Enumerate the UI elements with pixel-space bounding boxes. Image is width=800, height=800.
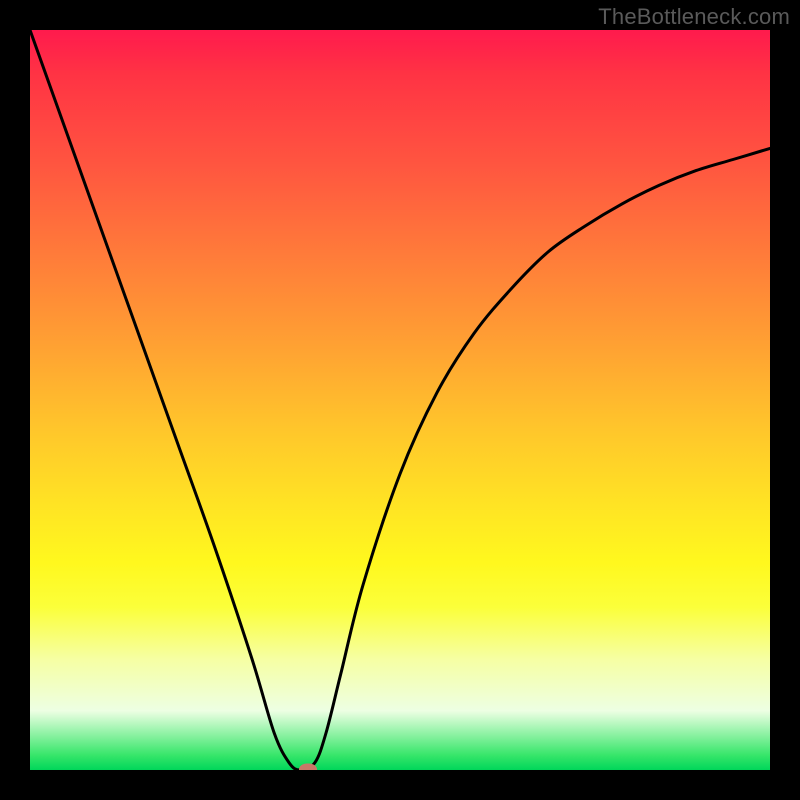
bottleneck-curve: [30, 30, 770, 770]
chart-frame: TheBottleneck.com: [0, 0, 800, 800]
plot-area: [30, 30, 770, 770]
optimal-point-marker: [299, 764, 317, 771]
curve-svg: [30, 30, 770, 770]
watermark-text: TheBottleneck.com: [598, 4, 790, 30]
